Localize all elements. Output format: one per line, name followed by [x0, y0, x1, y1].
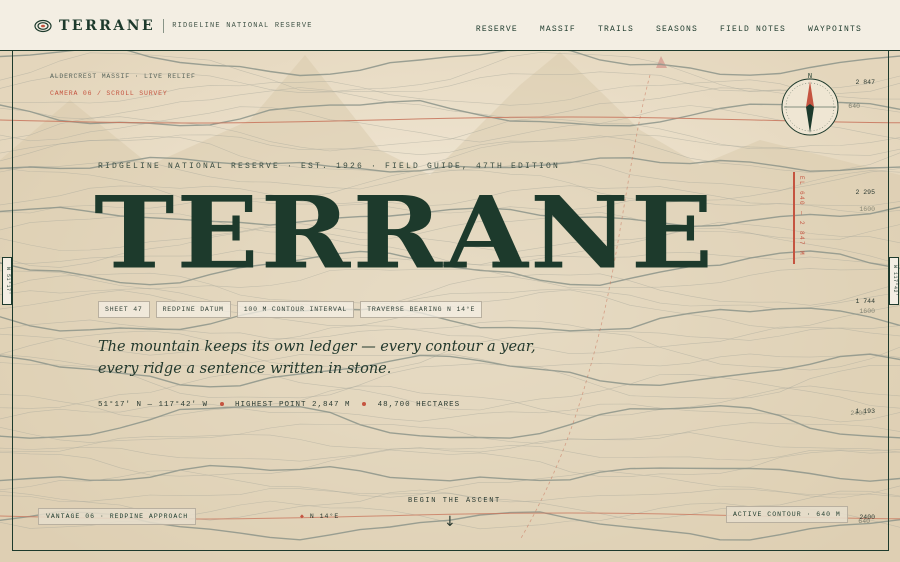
active-contour-badge: ACTIVE CONTOUR · 640 M: [726, 506, 848, 523]
begin-ascent-link[interactable]: BEGIN THE ASCENT: [408, 497, 501, 505]
elevation-tick: 1 744: [855, 298, 875, 305]
brand-name: TERRANE: [59, 18, 156, 34]
bearing-label: ◆ N 14°E: [300, 512, 339, 520]
hero-eyebrow: RIDGELINE NATIONAL RESERVE · EST. 1926 ·…: [98, 162, 561, 171]
tag-bearing: TRAVERSE BEARING N 14°E: [360, 301, 483, 318]
elevation-tick: 1600: [859, 206, 875, 213]
nav-seasons[interactable]: SEASONS: [656, 25, 698, 34]
brand-subtitle: RIDGELINE NATIONAL RESERVE: [172, 22, 313, 30]
main-nav: RESERVE MASSIF TRAILS SEASONS FIELD NOTE…: [476, 25, 862, 34]
side-tab-left[interactable]: N 51°17′: [2, 257, 12, 305]
camera-label: CAMERA 06 / SCROLL SURVEY: [50, 90, 168, 97]
side-tab-right[interactable]: W 117°42′: [889, 257, 899, 305]
separator-dot: [219, 402, 224, 407]
tag-interval: 100 M CONTOUR INTERVAL: [236, 301, 355, 318]
topo-logo-icon: [34, 19, 52, 33]
location-label: ALDERCREST MASSIF · LIVE RELIEF: [50, 73, 196, 80]
elevation-range-label: EL 640 — 2 847 M: [798, 176, 805, 257]
elevation-tick: 2 295: [855, 189, 875, 196]
nav-reserve[interactable]: RESERVE: [476, 25, 518, 34]
arrow-down-icon[interactable]: ↓: [444, 514, 456, 530]
elevation-tick: 2400: [850, 410, 866, 417]
elevation-tick: 640: [858, 518, 870, 525]
area-hectares: 48,700 HECTARES: [377, 401, 461, 409]
bearing-marker-icon: ◆: [300, 513, 305, 520]
nav-waypoints[interactable]: WAYPOINTS: [808, 25, 862, 34]
highest-point: HIGHEST POINT 2,847 M: [235, 401, 351, 409]
elevation-tick: 640: [848, 103, 860, 110]
coordinates: 51°17′ N — 117°42′ W: [98, 401, 209, 409]
vantage-badge: VANTAGE 06 · REDPINE APPROACH: [38, 508, 197, 525]
elevation-tick: 2 847: [855, 79, 875, 86]
nav-massif[interactable]: MASSIF: [540, 25, 576, 34]
hero-stats: 51°17′ N — 117°42′ W HIGHEST POINT 2,847…: [98, 401, 460, 409]
brand-divider: [163, 19, 165, 33]
tag-datum: REDPINE DATUM: [155, 301, 231, 318]
compass-north-label: N: [808, 73, 812, 81]
hero-title: TERRANE: [94, 175, 716, 292]
site-header: TERRANE RIDGELINE NATIONAL RESERVE RESER…: [0, 0, 900, 51]
separator-dot: [362, 402, 367, 407]
tag-sheet: SHEET 47: [98, 301, 150, 318]
compass-icon: N: [781, 73, 839, 136]
elevation-bar: [793, 172, 795, 264]
nav-trails[interactable]: TRAILS: [598, 25, 634, 34]
bearing-value: N 14°E: [309, 513, 340, 520]
brand[interactable]: TERRANE RIDGELINE NATIONAL RESERVE: [34, 18, 313, 34]
elevation-tick: 1600: [859, 308, 875, 315]
map-tags: SHEET 47 REDPINE DATUM 100 M CONTOUR INT…: [98, 301, 483, 318]
hero-tagline: The mountain keeps its own ledger — ever…: [98, 339, 536, 377]
nav-field-notes[interactable]: FIELD NOTES: [720, 25, 786, 34]
